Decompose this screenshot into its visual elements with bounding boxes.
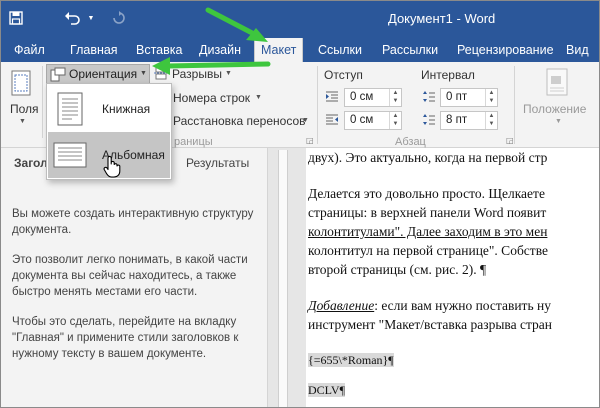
annotation-arrows (152, 7, 271, 75)
annotation-arrow-to-orientation (152, 57, 271, 75)
annotation-arrow-to-layout-tab (205, 7, 268, 42)
